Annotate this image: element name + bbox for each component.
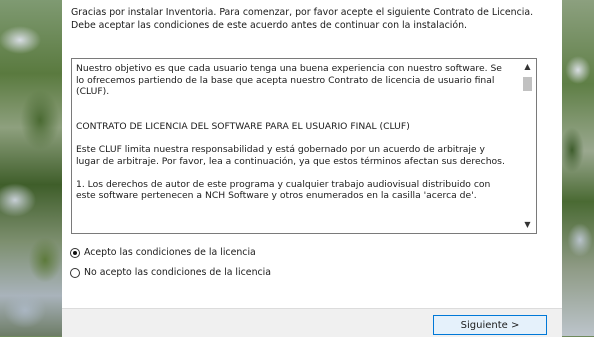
installer-dialog: Gracias por instalar Inventoria. Para co… <box>62 0 562 337</box>
chevron-up-icon[interactable]: ▲ <box>519 59 536 75</box>
scrollbar-thumb[interactable] <box>523 77 532 91</box>
license-text: Nuestro objetivo es que cada usuario ten… <box>76 63 506 214</box>
accept-radio[interactable] <box>70 247 80 258</box>
license-textbox[interactable]: Nuestro objetivo es que cada usuario ten… <box>71 58 537 234</box>
decline-option[interactable]: No acepto las condiciones de la licencia <box>70 267 271 278</box>
decline-label[interactable]: No acepto las condiciones de la licencia <box>84 267 271 278</box>
license-paragraph: Nuestro objetivo es que cada usuario ten… <box>76 63 502 98</box>
license-scrollbar[interactable]: ▲ ▼ <box>519 59 536 233</box>
accept-label[interactable]: Acepto las condiciones de la licencia <box>84 247 256 258</box>
intro-text: Gracias por instalar Inventoria. Para co… <box>71 7 534 31</box>
background-image-right <box>562 0 594 336</box>
decline-radio[interactable] <box>70 267 80 278</box>
license-paragraph: CONTRATO DE LICENCIA DEL SOFTWARE PARA E… <box>76 120 410 132</box>
accept-option[interactable]: Acepto las condiciones de la licencia <box>70 247 256 258</box>
license-paragraph: 1. Los derechos de autor de este program… <box>76 178 491 202</box>
background-image-left <box>0 0 62 336</box>
chevron-down-icon[interactable]: ▼ <box>519 217 536 233</box>
next-button[interactable]: Siguiente > <box>433 315 547 335</box>
dialog-footer: Siguiente > <box>62 308 562 337</box>
license-paragraph: Este CLUF limita nuestra responsabilidad… <box>76 143 505 167</box>
